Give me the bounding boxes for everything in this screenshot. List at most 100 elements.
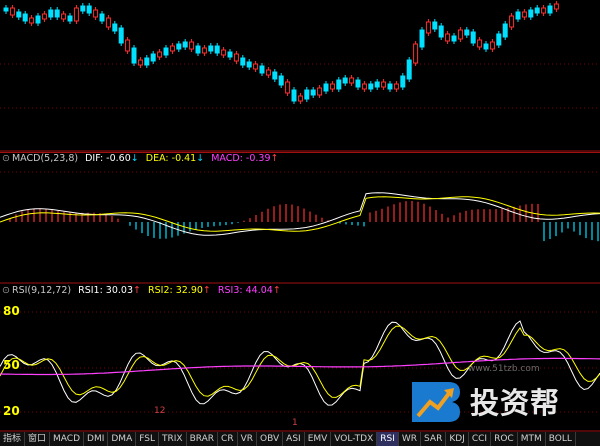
candle-body [464,29,470,36]
candle-body [86,5,92,14]
candle-body [253,63,259,70]
candle-body [259,65,265,74]
tab-窗口[interactable]: 窗口 [25,432,51,446]
candle-body [336,79,342,90]
arrow-up-icon: ↑ [272,285,281,296]
tab-kdj[interactable]: KDJ [446,432,469,446]
rsi-axis-50: 50 [3,358,20,372]
tab-vr[interactable]: VR [238,432,258,446]
candle-body [304,89,310,100]
tab-指标[interactable]: 指标 [0,432,26,446]
candle-body [73,7,79,22]
candle-body [496,33,502,46]
macd-pane[interactable]: ⊙ MACD(5,23,8) DIF: -0.60↓ DEA: -0.41↓ MA… [0,152,600,284]
candle-body [285,81,291,94]
candle-body [22,13,28,22]
watermark-logo: www.51tzb.com 投资帮 [406,364,596,432]
gear-icon[interactable]: ⊙ [2,285,10,296]
candle-body [182,41,188,48]
watermark-brand: 投资帮 [470,386,561,420]
tab-asi[interactable]: ASI [283,432,305,446]
tab-fsl[interactable]: FSL [136,432,159,446]
tab-trix[interactable]: TRIX [159,432,187,446]
candle-body [221,49,227,56]
tab-dmi[interactable]: DMI [84,432,109,446]
tab-dma[interactable]: DMA [108,432,137,446]
tab-cr[interactable]: CR [218,432,238,446]
candle-body [137,59,143,66]
candle-body [317,87,323,96]
candle-body [233,53,239,62]
tab-brar[interactable]: BRAR [187,432,219,446]
tab-cci[interactable]: CCI [469,432,492,446]
candle-body [265,69,271,76]
candle-body [189,41,195,50]
candle-body [368,83,374,90]
candle-body [41,13,47,20]
candle-body [381,81,387,88]
candle-body [502,23,508,38]
tab-obv[interactable]: OBV [257,432,284,446]
candle-body [342,77,348,84]
arrow-up-icon: ↑ [133,285,141,296]
macd-value: MACD: -0.39 [211,153,271,164]
tab-mtm[interactable]: MTM [518,432,546,446]
brand-logo-icon [412,382,460,422]
candle-body [355,79,361,88]
dif-line [0,192,600,236]
candle-body [16,11,22,18]
candle-body [9,7,15,16]
candle-body [144,57,150,66]
tab-boll[interactable]: BOLL [546,432,576,446]
candle-body [547,5,553,14]
candle-body [349,77,355,84]
gear-icon[interactable]: ⊙ [2,153,10,164]
rsi1-value: RSI1: 30.03 [78,285,134,296]
candle-body [521,11,527,18]
tab-sar[interactable]: SAR [421,432,447,446]
tab-rsi[interactable]: RSI [377,432,399,446]
macd-legend: ⊙ MACD(5,23,8) DIF: -0.60↓ DEA: -0.41↓ MA… [2,153,282,164]
macd-name: MACD(5,23,8) [11,153,79,164]
candle-body [406,59,412,80]
candle-body [509,15,515,28]
candle-body [112,23,118,32]
candle-body [291,89,297,102]
tab-wr[interactable]: WR [399,432,422,446]
arrow-up-icon: ↑ [270,153,279,164]
candle-body [323,83,329,92]
candle-body [61,13,67,20]
candle-body [400,75,406,88]
candle-body [374,81,380,88]
candlestick-chart[interactable] [0,0,600,152]
tab-macd[interactable]: MACD [50,432,85,446]
macd-chart[interactable] [0,152,600,284]
x-axis-tick: 1 [292,418,298,428]
candle-body [457,29,463,40]
candle-body [125,39,131,52]
watermark-url: www.51tzb.com [468,364,540,374]
rsi3-value: RSI3: 44.04 [217,285,273,296]
tab-emv[interactable]: EMV [305,432,332,446]
candle-body [419,29,425,48]
candle-body [150,53,156,62]
candle-body [393,83,399,90]
candle-body [272,71,278,80]
candle-body [93,9,99,18]
candle-body [3,7,9,12]
candle-body [515,11,521,20]
candle-body [246,61,252,68]
rsi-axis-20: 20 [3,404,20,418]
candle-body [278,75,284,86]
tab-roc[interactable]: ROC [491,432,518,446]
candle-body [169,45,175,52]
candle-body [201,47,207,54]
candle-body [310,89,316,96]
candle-body [227,51,233,58]
indicator-tab-bar: 指标 窗口 MACD DMI DMA FSL TRIX BRAR CR VR OBV ASI EMV VO… [0,432,600,446]
candle-body [29,17,35,24]
x-axis-tick: 12 [154,406,166,416]
kline-pane[interactable] [0,0,600,152]
candle-body [157,51,163,58]
tab-vol-tdx[interactable]: VOL-TDX [331,432,378,446]
